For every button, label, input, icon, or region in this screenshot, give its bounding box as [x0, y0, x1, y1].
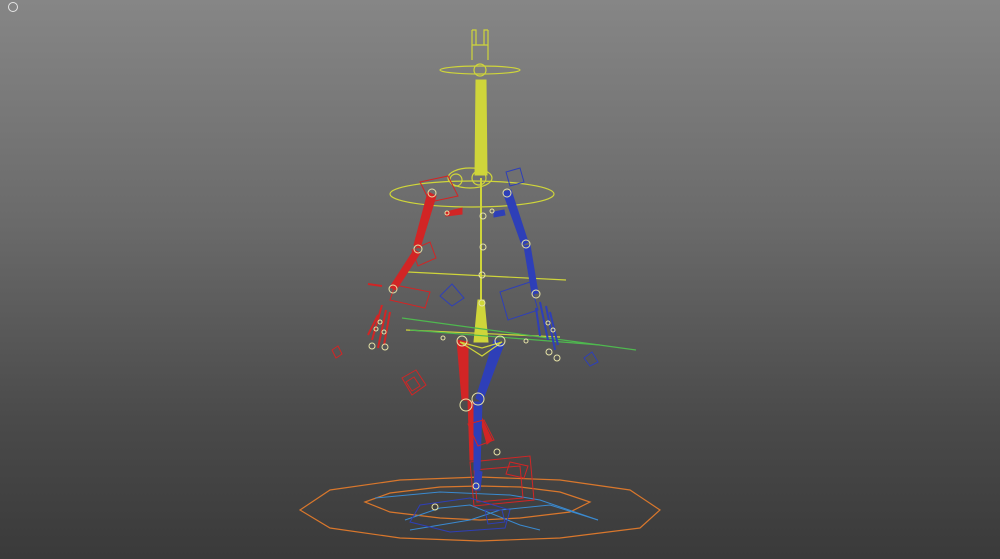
spine-chain[interactable] [473, 79, 489, 343]
pelvis-plane[interactable] [401, 317, 637, 351]
head-control[interactable] [439, 29, 521, 77]
right-hand-fingers[interactable] [535, 301, 559, 351]
3d-viewport[interactable] [0, 0, 1000, 559]
ground-ik-lines [374, 491, 599, 531]
right-arm-bones[interactable] [493, 189, 539, 295]
character-rig[interactable] [0, 0, 1000, 559]
left-hand-fingers[interactable] [367, 283, 391, 349]
chest-control[interactable] [389, 167, 555, 208]
